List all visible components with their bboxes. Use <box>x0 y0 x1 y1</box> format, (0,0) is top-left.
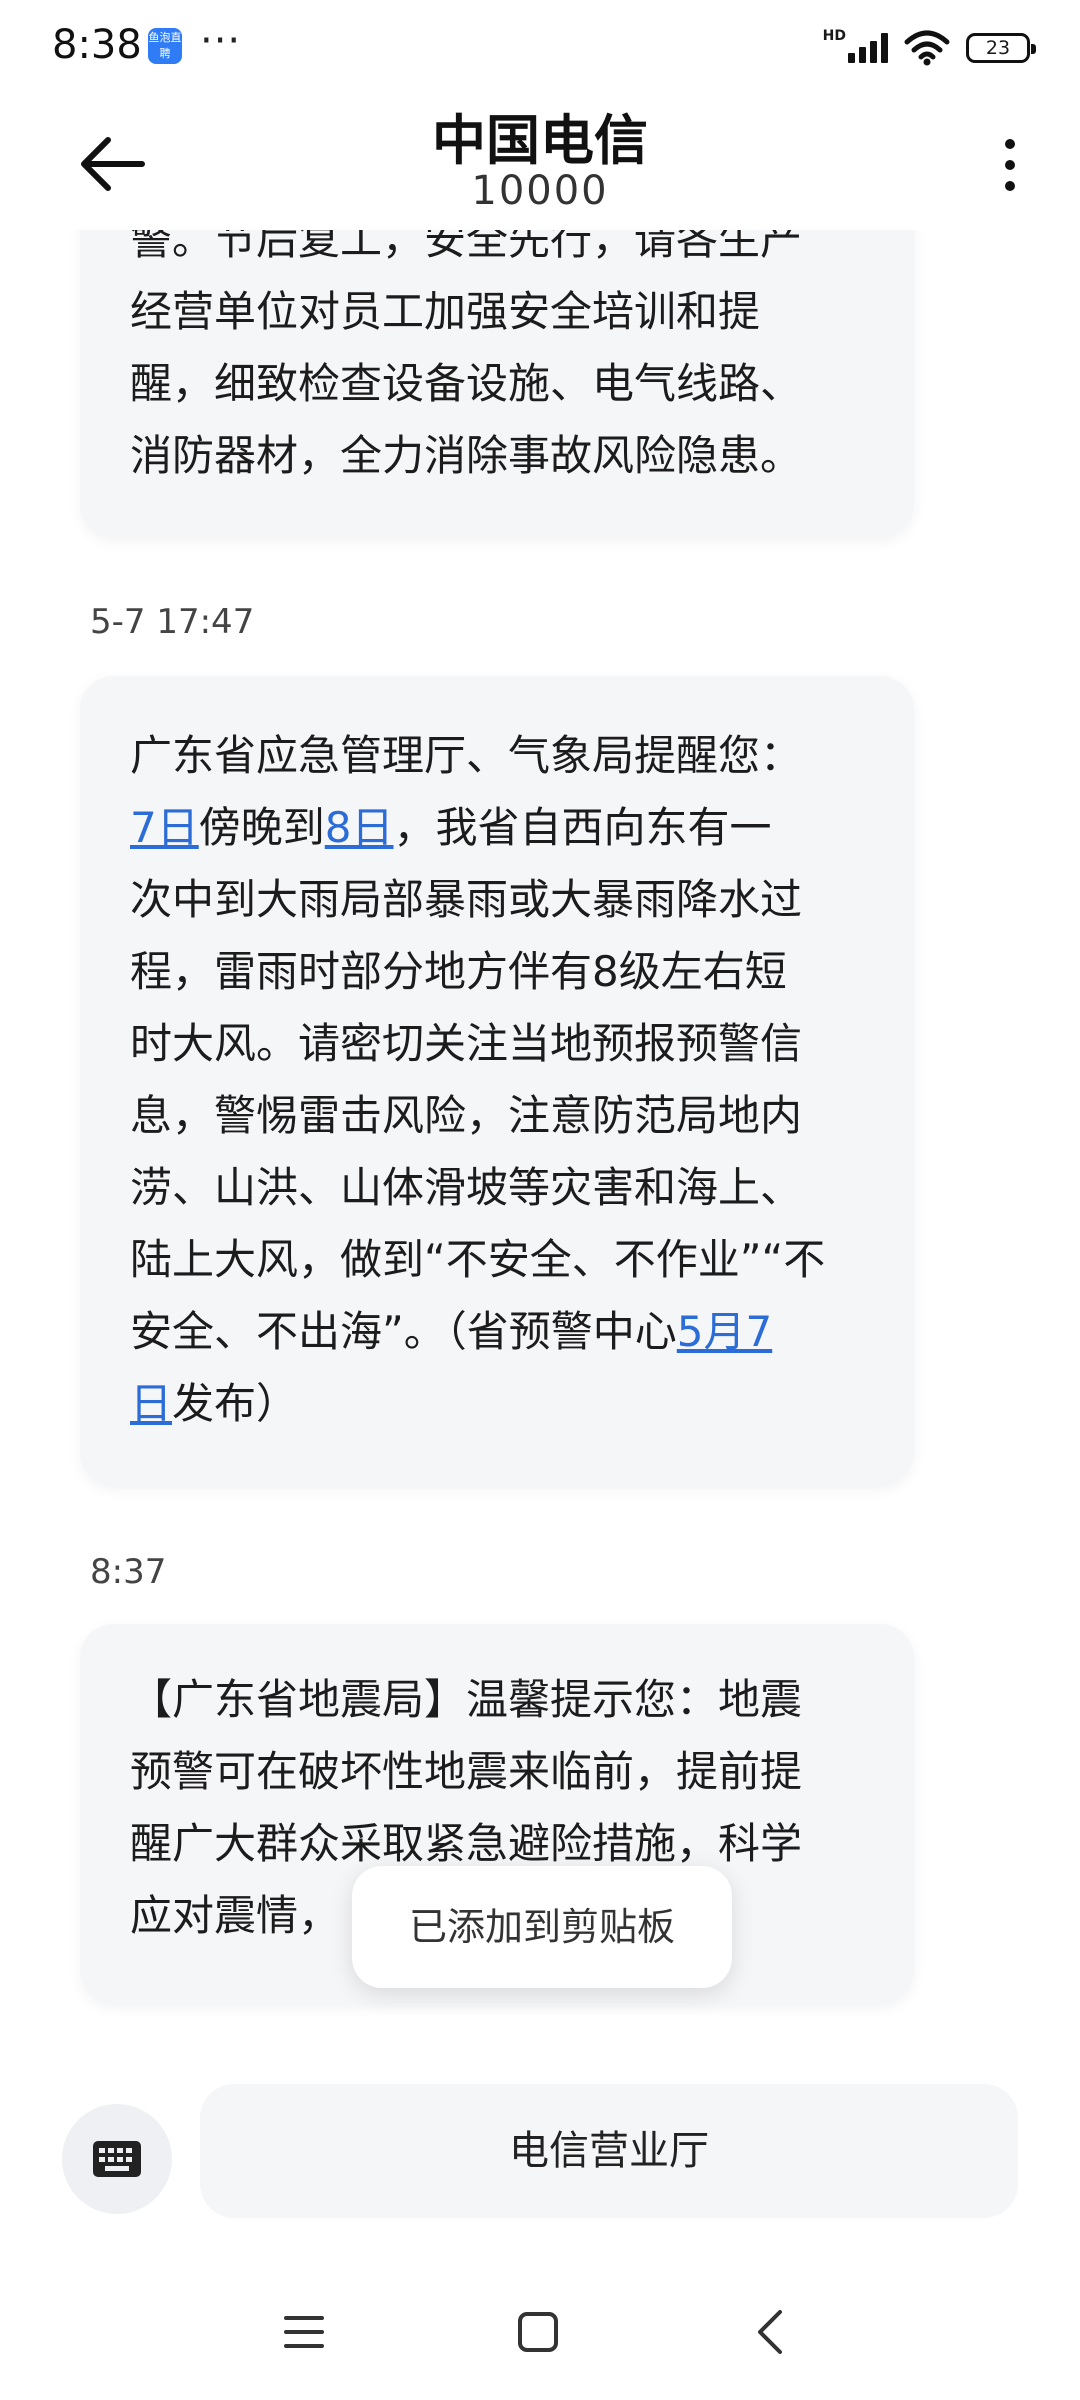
message-text-line: 息，警惕雷击风险，注意防范局地内 <box>130 1091 803 1140</box>
date-link[interactable]: 7日 <box>130 803 199 852</box>
keyboard-icon <box>93 2141 141 2177</box>
message-bubble[interactable]: 广东省应急管理厅、气象局提醒您： 7日傍晚到8日，我省自西向东有一 次中到大雨局… <box>80 676 914 1486</box>
message-text-segment: 发布） <box>172 1379 299 1428</box>
system-nav-bar <box>0 2270 1080 2400</box>
message-timestamp: 5-7 17:47 <box>90 602 255 642</box>
menu-icon <box>284 2316 324 2348</box>
date-link[interactable]: 5月7 <box>677 1307 772 1356</box>
shortcut-menu-button[interactable]: 电信营业厅 <box>200 2084 1018 2218</box>
message-text-segment: 傍晚到 <box>198 803 325 852</box>
message-text-line: 时大风。请密切关注当地预报预警信 <box>130 1019 803 1068</box>
contact-number: 10000 <box>471 168 609 214</box>
contact-name: 中国电信 <box>432 109 648 172</box>
nav-back-button[interactable] <box>730 2292 810 2372</box>
message-text-line: 预警可在破坏性地震来临前，提前提 <box>130 1747 803 1796</box>
clipboard-toast: 已添加到剪贴板 <box>352 1866 732 1988</box>
keyboard-toggle-button[interactable] <box>62 2104 172 2214</box>
message-text-line: 经营单位对员工加强安全培训和提 <box>130 287 761 336</box>
date-link[interactable]: 日 <box>130 1379 172 1428</box>
back-chevron-icon <box>758 2310 782 2354</box>
message-text-line: 涝、山洪、山体滑坡等灾害和海上、 <box>130 1163 803 1212</box>
message-text-line: 陆上大风，做到“不安全、不作业”“不 <box>130 1235 826 1284</box>
message-text-line: 消防器材，全力消除事故风险隐患。 <box>130 431 803 480</box>
message-list[interactable]: 警。节后复工，安全先行，请各生产 经营单位对员工加强安全培训和提 醒，细致检查设… <box>0 0 1080 2050</box>
message-text-line: 醒，细致检查设备设施、电气线路、 <box>130 359 803 408</box>
message-text-line: 次中到大雨局部暴雨或大暴雨降水过 <box>130 875 803 924</box>
more-options-icon[interactable] <box>980 120 1040 210</box>
home-button[interactable] <box>498 2292 578 2372</box>
date-link[interactable]: 8日 <box>325 803 394 852</box>
message-text-line: 7日傍晚到8日，我省自西向东有一 <box>130 792 864 864</box>
message-text-line: 【广东省地震局】温馨提示您：地震 <box>130 1675 803 1724</box>
message-text-segment: 安全、不出海”。（省预警中心 <box>130 1307 677 1356</box>
message-text-segment: ，我省自西向东有一 <box>393 803 772 852</box>
recent-apps-button[interactable] <box>264 2292 344 2372</box>
message-text-line: 日发布） <box>130 1368 864 1440</box>
conversation-header: 中国电信 10000 <box>0 90 1080 230</box>
message-text-line: 程，雷雨时部分地方伴有8级左右短 <box>130 947 787 996</box>
message-timestamp: 8:37 <box>90 1552 167 1592</box>
message-text-line: 安全、不出海”。（省预警中心5月7 <box>130 1296 864 1368</box>
home-square-icon <box>518 2312 558 2352</box>
message-text-line: 广东省应急管理厅、气象局提醒您： <box>130 731 803 780</box>
